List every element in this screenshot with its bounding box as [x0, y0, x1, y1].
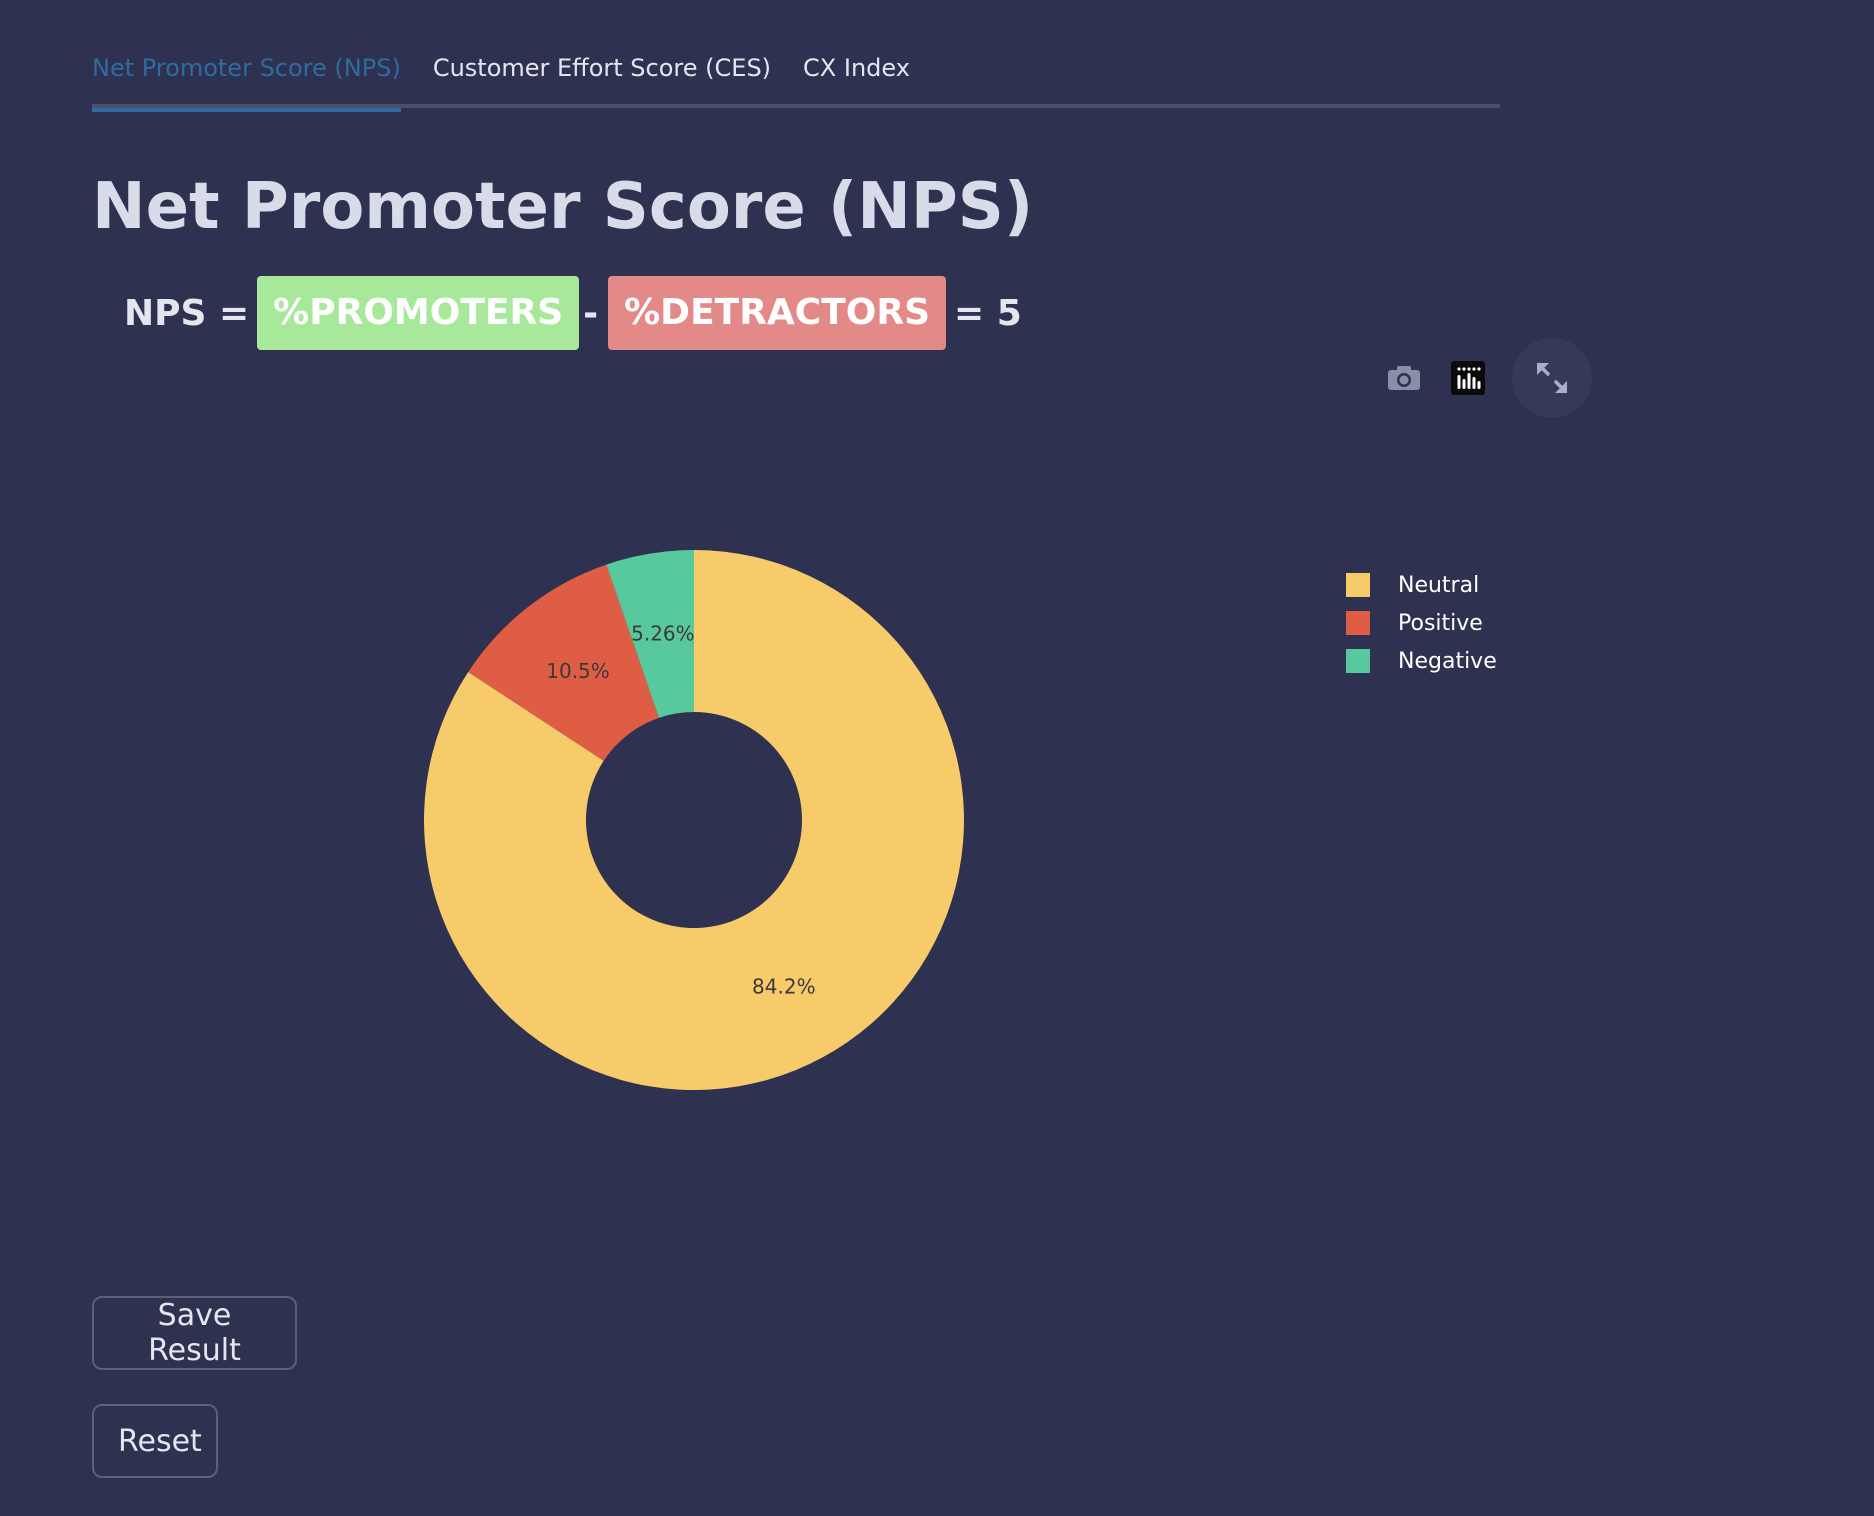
legend-label-negative: Negative	[1398, 648, 1497, 674]
promoters-badge: %PROMOTERS	[257, 276, 580, 350]
formula-minus: -	[583, 292, 599, 334]
plotly-logo-icon[interactable]	[1444, 354, 1492, 402]
tab-ces[interactable]: Customer Effort Score (CES)	[433, 36, 771, 104]
expand-icon[interactable]	[1512, 338, 1592, 418]
legend-label-neutral: Neutral	[1398, 572, 1480, 598]
chart-legend: Neutral Positive Negative	[1346, 566, 1497, 680]
reset-button[interactable]: Reset	[92, 1404, 218, 1478]
tab-bar: Net Promoter Score (NPS) Customer Effort…	[92, 36, 1500, 112]
legend-swatch-negative	[1346, 649, 1370, 673]
donut-svg: 84.2% 10.5% 5.26%	[423, 550, 964, 1090]
detractors-badge: %DETRACTORS	[608, 276, 947, 350]
legend-item-positive[interactable]: Positive	[1346, 604, 1497, 642]
legend-swatch-positive	[1346, 611, 1370, 635]
legend-swatch-neutral	[1346, 573, 1370, 597]
page-title: Net Promoter Score (NPS)	[92, 170, 1034, 244]
legend-item-negative[interactable]: Negative	[1346, 642, 1497, 680]
formula-result: = 5	[954, 292, 1022, 334]
slice-label-neutral: 84.2%	[752, 974, 816, 998]
chart-toolbar	[1380, 336, 1592, 420]
nps-formula: NPS = %PROMOTERS - %DETRACTORS = 5	[124, 276, 1022, 350]
tab-nps[interactable]: Net Promoter Score (NPS)	[92, 36, 401, 112]
save-result-button[interactable]: Save Result	[92, 1296, 297, 1370]
camera-icon[interactable]	[1380, 354, 1428, 402]
legend-item-neutral[interactable]: Neutral	[1346, 566, 1497, 604]
slice-label-negative: 5.26%	[631, 622, 695, 646]
tab-cx-index[interactable]: CX Index	[803, 36, 910, 104]
legend-label-positive: Positive	[1398, 610, 1483, 636]
formula-prefix: NPS =	[124, 292, 250, 334]
donut-chart: 84.2% 10.5% 5.26%	[0, 440, 1874, 1160]
slice-label-positive: 10.5%	[546, 659, 610, 683]
